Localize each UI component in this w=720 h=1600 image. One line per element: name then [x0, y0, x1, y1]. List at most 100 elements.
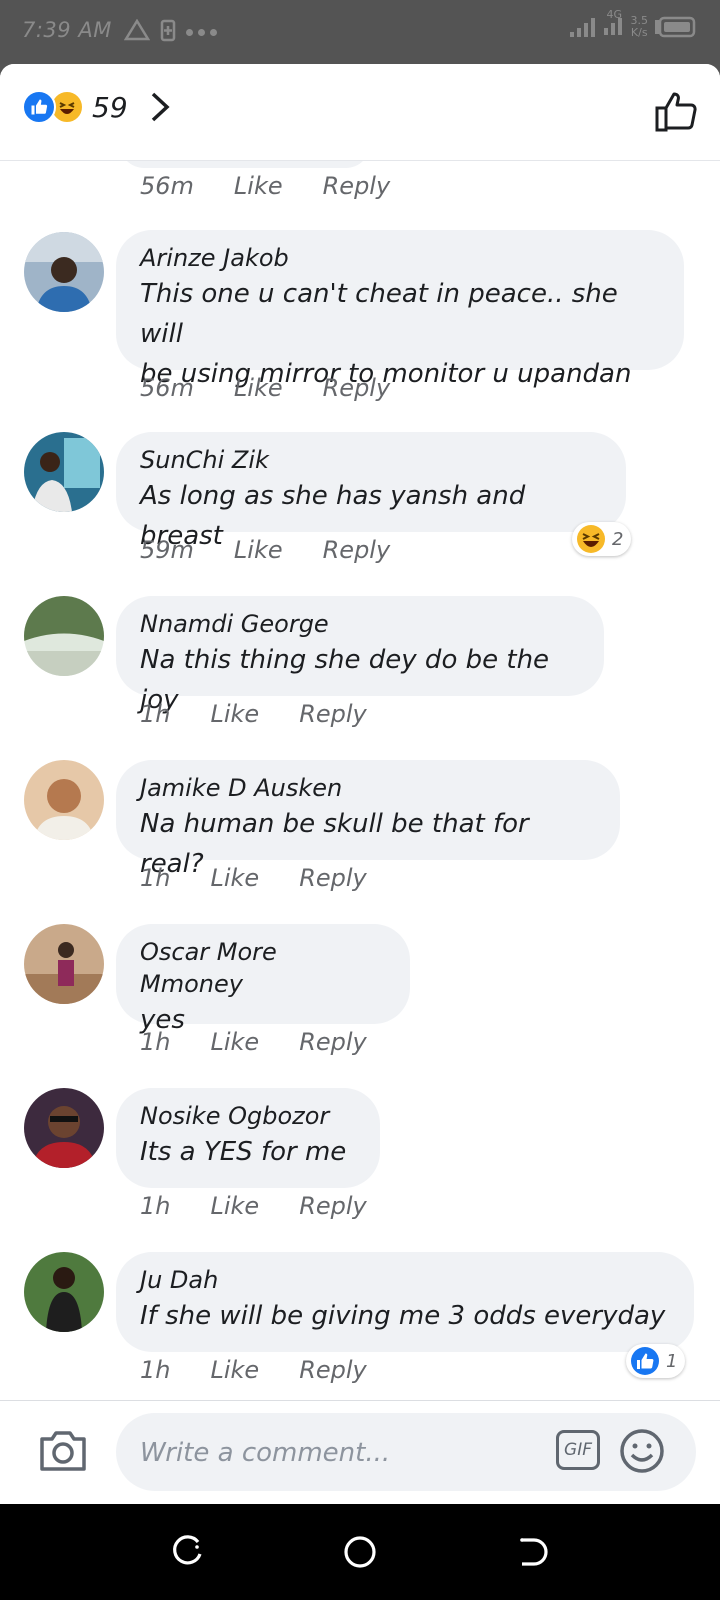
comment-actions: 1h Like Reply [140, 1192, 367, 1220]
like-button[interactable]: Like [210, 1356, 259, 1384]
comment-bubble [120, 160, 370, 168]
system-navigation-bar [0, 1504, 720, 1600]
comment-actions: 59m Like Reply [140, 536, 390, 564]
reply-button[interactable]: Reply [323, 536, 391, 564]
comment-actions: 56m Like Reply [140, 172, 390, 200]
comment-item: Oscar More Mmoney yes 1h Like Reply [0, 924, 720, 1064]
recent-apps-icon[interactable] [170, 1534, 204, 1568]
reactions-summary-button[interactable]: 59 [22, 90, 170, 124]
avatar[interactable] [24, 596, 104, 676]
thumbs-up-icon[interactable] [654, 90, 698, 134]
comment-partial: 56m Like Reply [0, 160, 720, 210]
battery-icon [655, 16, 696, 38]
reaction-count: 2 [612, 528, 624, 550]
avatar[interactable] [24, 232, 104, 312]
comment-text-line: If she will be giving me 3 odds everyday [140, 1301, 666, 1331]
signal-icon [569, 18, 595, 37]
comment-bubble[interactable]: Jamike D Ausken Na human be skull be tha… [116, 760, 620, 879]
battery-saver-icon [160, 19, 176, 42]
home-icon[interactable] [342, 1534, 378, 1570]
reaction-count: 1 [666, 1350, 678, 1372]
comment-text-line: This one u can't cheat in peace.. she wi… [140, 279, 618, 349]
reply-button[interactable]: Reply [299, 1356, 367, 1384]
network-speed: 3.5 K/s [631, 15, 649, 39]
comment-time: 1h [140, 1192, 171, 1220]
comment-item: Nosike Ogbozor Its a YES for me 1h Like … [0, 1088, 720, 1228]
comment-actions: 1h Like Reply [140, 1356, 367, 1384]
reply-button[interactable]: Reply [299, 864, 367, 892]
comment-input[interactable] [138, 1413, 522, 1493]
status-system-icons: 4G 3.5 K/s [569, 8, 697, 40]
reply-button[interactable]: Reply [323, 374, 391, 402]
comment-input-container[interactable]: GIF [116, 1413, 696, 1493]
sheet-header: 59 [0, 64, 720, 161]
reply-button[interactable]: Reply [299, 1192, 367, 1220]
comments-list: 56m Like Reply Arinze Jakob This one u c… [0, 160, 720, 1464]
comment-bubble[interactable]: Nnamdi George Na this thing she dey do b… [116, 596, 604, 715]
status-notification-icons [124, 18, 222, 42]
comment-text-line: Its a YES for me [140, 1137, 347, 1167]
network-4g-icon: 4G [603, 8, 625, 40]
comment-author[interactable]: Arinze Jakob [140, 242, 660, 274]
warning-icon [124, 19, 150, 41]
comment-author[interactable]: Ju Dah [140, 1264, 670, 1296]
like-button[interactable]: Like [210, 1028, 259, 1056]
like-button[interactable]: Like [210, 700, 259, 728]
comment-author[interactable]: Oscar More Mmoney [140, 936, 386, 1000]
more-notifications-icon [186, 21, 222, 40]
gif-button[interactable]: GIF [556, 1430, 600, 1470]
like-button[interactable]: Like [234, 172, 283, 200]
emoji-icon[interactable] [618, 1427, 666, 1475]
reply-button[interactable]: Reply [323, 172, 391, 200]
status-time: 7:39 AM [22, 18, 112, 42]
like-button[interactable]: Like [210, 1192, 259, 1220]
comment-actions: 1h Like Reply [140, 1028, 367, 1056]
comment-author[interactable]: Nnamdi George [140, 608, 580, 640]
network-label: 4G [606, 8, 623, 21]
avatar[interactable] [24, 432, 104, 512]
comment-author[interactable]: SunChi Zik [140, 444, 602, 476]
reaction-count: 59 [92, 90, 128, 124]
comment-author[interactable]: Nosike Ogbozor [140, 1100, 356, 1132]
avatar[interactable] [24, 1252, 104, 1332]
network-speed-unit: K/s [630, 26, 648, 39]
like-icon [631, 1347, 659, 1375]
avatar[interactable] [24, 924, 104, 1004]
haha-icon [577, 525, 605, 553]
reply-button[interactable]: Reply [299, 1028, 367, 1056]
avatar[interactable] [24, 1088, 104, 1168]
back-icon[interactable] [516, 1534, 550, 1568]
comment-author[interactable]: Jamike D Ausken [140, 772, 596, 804]
comment-item: SunChi Zik As long as she has yansh and … [0, 432, 720, 572]
chevron-right-icon [151, 92, 170, 122]
comment-actions: 1h Like Reply [140, 864, 367, 892]
status-bar: 7:39 AM 4G 3.5 K/s [0, 0, 720, 64]
comment-reaction-badge[interactable]: 2 [572, 522, 632, 556]
comment-composer: GIF [0, 1400, 720, 1504]
comment-bubble[interactable]: Oscar More Mmoney yes [116, 924, 410, 1035]
comment-item: Jamike D Ausken Na human be skull be tha… [0, 760, 720, 900]
comment-actions: 56m Like Reply [140, 374, 390, 402]
comment-time: 59m [140, 536, 194, 564]
like-button[interactable]: Like [234, 536, 283, 564]
comments-sheet: 59 56m Like Reply Arinze Jakob This one … [0, 64, 720, 1504]
like-button[interactable]: Like [210, 864, 259, 892]
comment-actions: 1h Like Reply [140, 700, 367, 728]
reply-button[interactable]: Reply [299, 700, 367, 728]
comment-bubble[interactable]: Arinze Jakob This one u can't cheat in p… [116, 230, 684, 389]
comment-time: 1h [140, 700, 171, 728]
comment-reaction-badge[interactable]: 1 [626, 1344, 686, 1378]
like-button[interactable]: Like [234, 374, 283, 402]
comment-item: Arinze Jakob This one u can't cheat in p… [0, 230, 720, 410]
like-icon [22, 90, 56, 124]
comment-bubble[interactable]: Ju Dah If she will be giving me 3 odds e… [116, 1252, 694, 1352]
comment-time: 1h [140, 1356, 171, 1384]
comment-item: Ju Dah If she will be giving me 3 odds e… [0, 1252, 720, 1392]
camera-icon[interactable] [38, 1427, 88, 1473]
avatar[interactable] [24, 760, 104, 840]
comment-time: 56m [140, 172, 194, 200]
comment-bubble[interactable]: SunChi Zik As long as she has yansh and … [116, 432, 626, 551]
comment-time: 1h [140, 864, 171, 892]
comment-item: Nnamdi George Na this thing she dey do b… [0, 596, 720, 736]
comment-bubble[interactable]: Nosike Ogbozor Its a YES for me [116, 1088, 380, 1188]
